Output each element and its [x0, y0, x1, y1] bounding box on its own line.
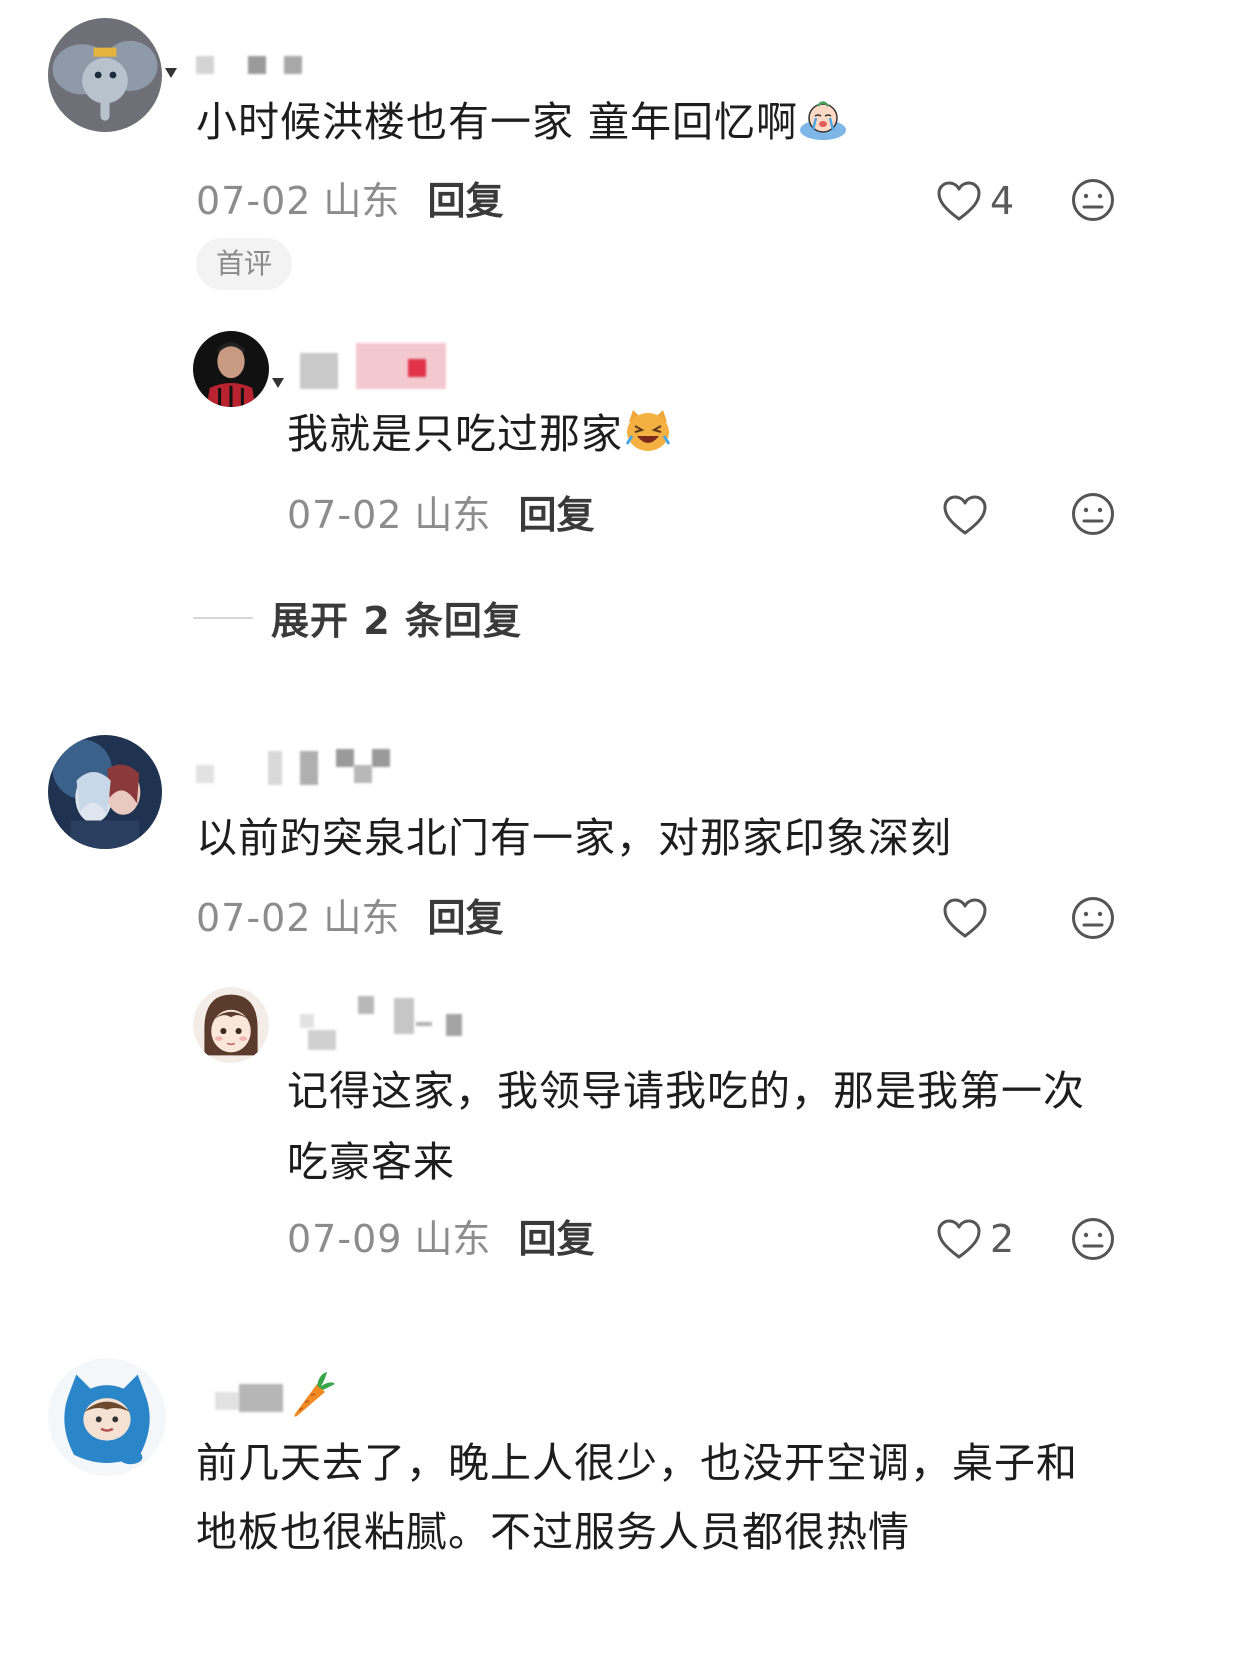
like-count: 2	[990, 1217, 1015, 1261]
crying-face-emoji	[798, 92, 848, 140]
comment-date: 07-02	[196, 179, 312, 223]
heart-icon	[937, 181, 981, 221]
heart-icon	[943, 898, 987, 938]
reply-meta: 07-09 山东 回复	[287, 1214, 594, 1264]
heart-icon	[937, 1219, 981, 1259]
carrot-emoji	[287, 1370, 337, 1420]
reply-button[interactable]: 回复	[427, 179, 503, 223]
comment-meta: 07-02 山东 回复	[196, 893, 503, 943]
username-redacted[interactable]	[215, 1370, 345, 1420]
dislike-face-icon[interactable]	[1071, 1217, 1115, 1261]
reply-location: 山东	[414, 493, 491, 537]
comment-location: 山东	[323, 179, 400, 223]
username-redacted[interactable]	[196, 745, 396, 785]
avatar[interactable]	[48, 735, 162, 849]
caret-icon	[272, 378, 284, 388]
expand-replies-label: 展开 2 条回复	[271, 599, 522, 643]
caret-icon	[165, 68, 177, 78]
avatar[interactable]	[48, 1358, 166, 1476]
reply-meta: 07-02 山东 回复	[287, 490, 594, 540]
dislike-face-icon[interactable]	[1071, 896, 1115, 940]
comment-text-line-2: 地板也很粘腻。不过服务人员都很热情	[196, 1508, 910, 1556]
username-redacted[interactable]	[300, 996, 470, 1050]
comment-text: 小时候洪楼也有一家 童年回忆啊	[196, 86, 848, 158]
avatar[interactable]	[48, 18, 162, 132]
like-button[interactable]: 4	[936, 176, 1014, 226]
comment-thread: 小时候洪楼也有一家 童年回忆啊 07-02 山东 回复 4 首评 我就是只吃过那…	[0, 0, 1260, 1671]
expand-replies-button[interactable]: 展开 2 条回复	[193, 590, 522, 645]
username-redacted[interactable]	[300, 343, 450, 389]
reply-text: 我就是只吃过那家	[287, 398, 673, 470]
dislike-face-icon[interactable]	[1071, 492, 1115, 536]
like-button[interactable]: 2	[936, 1214, 1014, 1264]
comment-date: 07-02	[196, 896, 312, 940]
laughing-cat-emoji	[623, 404, 673, 451]
reply-date: 07-09	[287, 1217, 403, 1261]
reply-text-line-2: 吃豪客来	[287, 1138, 455, 1186]
reply-button[interactable]: 回复	[518, 493, 594, 537]
like-button[interactable]	[942, 490, 996, 540]
divider	[193, 616, 253, 619]
reply-location: 山东	[414, 1217, 491, 1261]
like-count: 4	[990, 179, 1015, 223]
reply-date: 07-02	[287, 493, 403, 537]
reply-button[interactable]: 回复	[518, 1217, 594, 1261]
like-button[interactable]	[942, 893, 996, 943]
reply-button[interactable]: 回复	[427, 896, 503, 940]
comment-meta: 07-02 山东 回复	[196, 176, 503, 226]
dislike-face-icon[interactable]	[1071, 178, 1115, 222]
avatar[interactable]	[193, 987, 269, 1063]
avatar[interactable]	[193, 331, 269, 407]
comment-location: 山东	[323, 896, 400, 940]
username-redacted[interactable]	[196, 48, 316, 88]
first-comment-badge: 首评	[196, 238, 293, 290]
reply-text-line-1: 记得这家，我领导请我吃的，那是我第一次	[287, 1067, 1085, 1115]
comment-text: 以前趵突泉北门有一家，对那家印象深刻	[196, 814, 952, 862]
heart-icon	[943, 495, 987, 535]
comment-text-line-1: 前几天去了，晚上人很少，也没开空调，桌子和	[196, 1439, 1078, 1487]
